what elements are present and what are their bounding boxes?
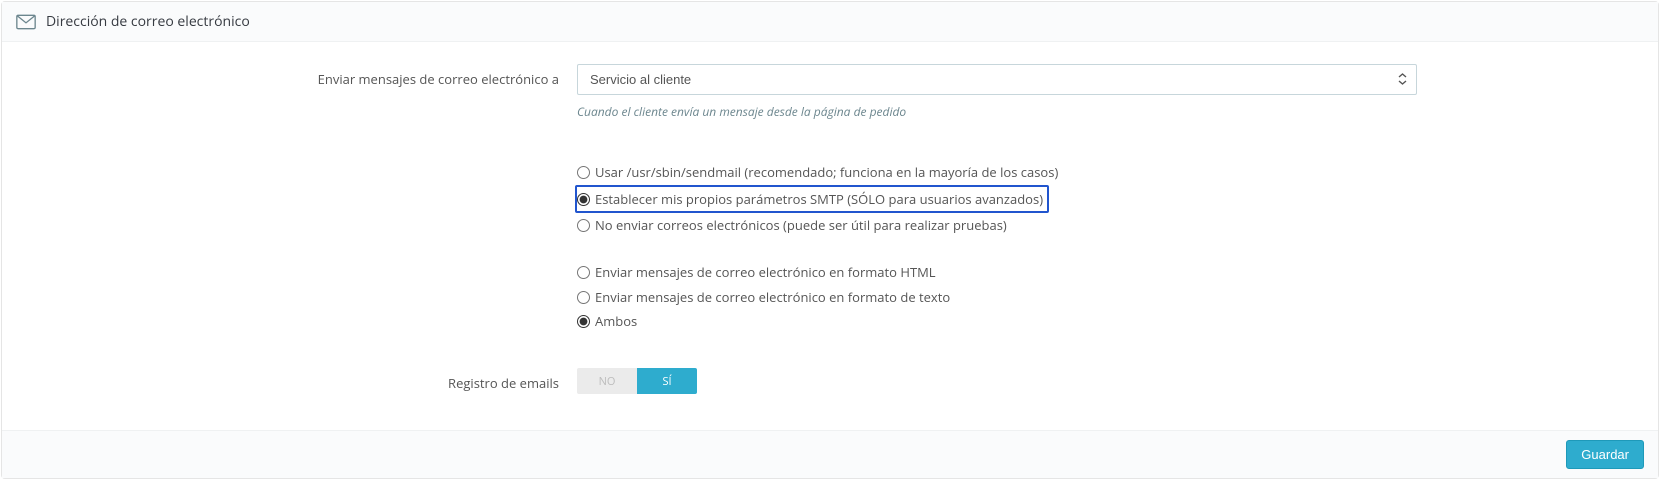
row-email-log: Registro de emails NO SÍ — [22, 368, 1638, 394]
send-emails-to-label: Enviar mensajes de correo electrónico a — [22, 64, 577, 88]
panel-footer: Guardar — [2, 430, 1658, 478]
radio-smtp-label: Establecer mis propios parámetros SMTP (… — [595, 187, 1043, 212]
radio-both-input[interactable] — [577, 315, 590, 328]
radio-text-input[interactable] — [577, 291, 590, 304]
panel-header: Dirección de correo electrónico — [2, 2, 1658, 42]
panel-body: Enviar mensajes de correo electrónico a … — [2, 42, 1658, 430]
mail-format-group: Enviar mensajes de correo electrónico en… — [577, 260, 1417, 334]
send-emails-to-select[interactable]: Servicio al cliente — [577, 64, 1417, 95]
radio-sendmail-input[interactable] — [577, 166, 590, 179]
row-send-emails-to: Enviar mensajes de correo electrónico a … — [22, 64, 1638, 120]
row-mail-method: Usar /usr/sbin/sendmail (recomendado; fu… — [22, 154, 1638, 334]
radio-none-label: No enviar correos electrónicos (puede se… — [595, 213, 1007, 238]
email-log-switch[interactable]: NO SÍ — [577, 368, 697, 394]
switch-no[interactable]: NO — [577, 368, 637, 394]
radio-both[interactable]: Ambos — [577, 309, 1417, 334]
radio-smtp-input[interactable] — [577, 193, 590, 206]
mail-icon — [16, 14, 36, 30]
radio-none-input[interactable] — [577, 219, 590, 232]
email-address-panel: Dirección de correo electrónico Enviar m… — [1, 1, 1659, 479]
radio-sendmail[interactable]: Usar /usr/sbin/sendmail (recomendado; fu… — [577, 160, 1417, 185]
switch-yes[interactable]: SÍ — [637, 368, 697, 394]
save-button[interactable]: Guardar — [1566, 440, 1644, 469]
radio-html[interactable]: Enviar mensajes de correo electrónico en… — [577, 260, 1417, 285]
radio-both-label: Ambos — [595, 309, 637, 334]
email-log-label: Registro de emails — [22, 368, 577, 392]
radio-none[interactable]: No enviar correos electrónicos (puede se… — [577, 213, 1417, 238]
panel-title: Dirección de correo electrónico — [46, 12, 250, 31]
radio-text-label: Enviar mensajes de correo electrónico en… — [595, 285, 950, 310]
radio-sendmail-label: Usar /usr/sbin/sendmail (recomendado; fu… — [595, 160, 1058, 185]
radio-html-input[interactable] — [577, 266, 590, 279]
radio-smtp[interactable]: Establecer mis propios parámetros SMTP (… — [575, 185, 1049, 214]
radio-text[interactable]: Enviar mensajes de correo electrónico en… — [577, 285, 1417, 310]
radio-html-label: Enviar mensajes de correo electrónico en… — [595, 260, 936, 285]
mail-method-group: Usar /usr/sbin/sendmail (recomendado; fu… — [577, 160, 1417, 238]
send-emails-to-help: Cuando el cliente envía un mensaje desde… — [577, 103, 1417, 120]
